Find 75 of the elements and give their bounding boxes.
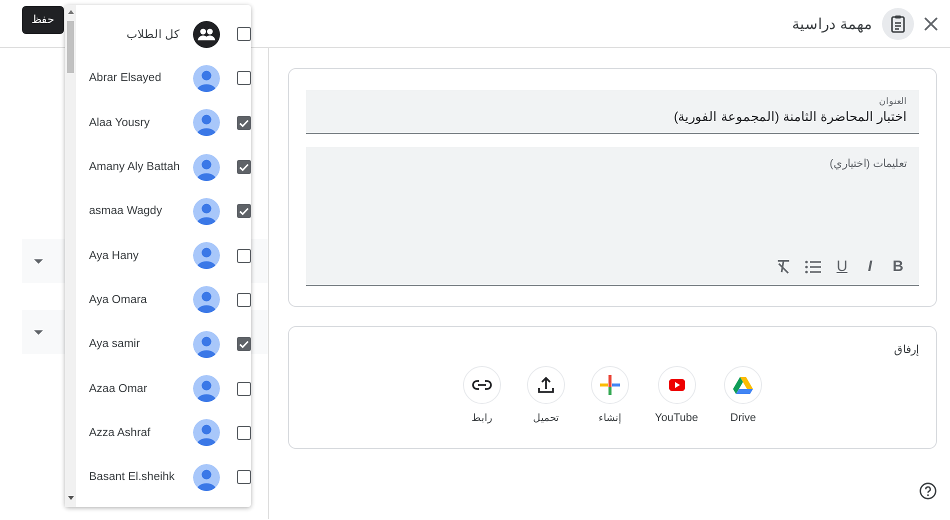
attach-label: إرفاق — [894, 344, 919, 356]
avatar-icon — [192, 154, 220, 181]
italic-button[interactable]: I — [861, 258, 879, 275]
scroll-down-icon[interactable] — [68, 496, 74, 500]
create-icon[interactable] — [590, 366, 629, 404]
drive-icon[interactable] — [724, 366, 762, 404]
student-item[interactable]: Azza Ashraf — [76, 410, 264, 455]
avatar-icon — [192, 375, 220, 402]
student-name: Amany Aly Battah — [88, 161, 181, 174]
checkbox[interactable] — [236, 248, 251, 263]
checkbox[interactable] — [236, 292, 251, 307]
student-name: Abrar Elsayed — [88, 72, 162, 84]
avatar-icon — [192, 286, 220, 314]
save-button[interactable]: حفظ — [22, 6, 64, 34]
checkbox[interactable] — [236, 470, 251, 484]
avatar-icon — [192, 464, 220, 491]
student-item[interactable]: Azaa Omar — [76, 366, 264, 411]
scrollbar-track[interactable] — [65, 5, 76, 507]
clear-formatting-icon[interactable] — [776, 259, 791, 274]
field-value: اختبار المحاضرة الثامنة (المجموعة الفورية) — [672, 109, 907, 124]
student-name: Azaa Omar — [88, 382, 148, 395]
checkbox[interactable] — [236, 337, 251, 352]
student-name: Aya samir — [88, 338, 141, 350]
avatar-icon — [192, 242, 220, 270]
avatar-icon — [192, 64, 220, 92]
checkbox[interactable] — [236, 204, 251, 218]
attach-option-label: إنشاء — [598, 412, 622, 424]
student-name: Azza Ashraf — [88, 426, 152, 439]
clipboard-icon — [882, 8, 914, 40]
student-name: كل الطلاب — [126, 28, 181, 42]
attach-option-label: Drive — [730, 412, 756, 424]
attach-option-label: تحميل — [532, 412, 559, 424]
checkbox[interactable] — [236, 116, 251, 130]
scroll-up-icon[interactable] — [68, 10, 74, 14]
student-item[interactable]: Abrar Elsayed — [76, 56, 264, 101]
close-icon[interactable] — [924, 16, 938, 30]
student-item[interactable]: Aya Hany — [76, 233, 264, 278]
student-item[interactable]: كل الطلاب — [76, 12, 264, 56]
avatar-icon — [192, 109, 220, 136]
student-item[interactable]: Alaa Yousry — [76, 100, 264, 145]
student-name: Alaa Yousry — [88, 116, 151, 129]
student-item[interactable]: Amany Aly Battah — [76, 144, 264, 190]
title-field[interactable]: العنوان اختبار المحاضرة الثامنة (المجموعة الفورية) — [306, 90, 919, 134]
checkbox[interactable] — [236, 382, 251, 396]
bulleted-list-icon[interactable] — [805, 260, 821, 274]
student-name: Aya Omara — [88, 294, 148, 306]
youtube-icon[interactable] — [658, 366, 696, 404]
caret-icon — [34, 258, 43, 264]
help-icon[interactable] — [919, 482, 937, 500]
caret-icon — [34, 330, 43, 334]
placeholder-text: تعليمات (اختياري) — [828, 157, 907, 170]
attach-option-label: YouTube — [654, 412, 698, 424]
checkbox[interactable] — [236, 426, 251, 440]
scrollbar-thumb[interactable] — [67, 21, 74, 73]
bold-button[interactable]: B — [889, 258, 907, 275]
link-icon[interactable] — [462, 366, 501, 404]
checkbox[interactable] — [236, 160, 251, 174]
student-item[interactable]: Basant El.sheihk — [76, 454, 264, 500]
student-item[interactable]: asmaa Wagdy — [76, 189, 264, 234]
student-name: Aya Hany — [88, 250, 140, 262]
assignment-title: مهمة دراسية — [792, 14, 872, 32]
group-icon — [192, 20, 220, 48]
underline-button[interactable]: U — [833, 258, 851, 275]
student-item[interactable]: Aya Omara — [76, 278, 264, 322]
student-name: asmaa Wagdy — [88, 205, 164, 218]
checkbox[interactable] — [236, 27, 251, 42]
student-item[interactable]: Aya samir — [76, 322, 264, 366]
avatar-icon — [192, 419, 220, 446]
attach-option-label: رابط — [471, 412, 492, 424]
avatar-icon — [192, 330, 220, 358]
upload-icon[interactable] — [526, 366, 565, 404]
checkbox[interactable] — [236, 71, 251, 86]
field-label: العنوان — [878, 96, 907, 106]
avatar-icon — [192, 198, 220, 225]
student-name: Basant El.sheihk — [88, 471, 176, 484]
